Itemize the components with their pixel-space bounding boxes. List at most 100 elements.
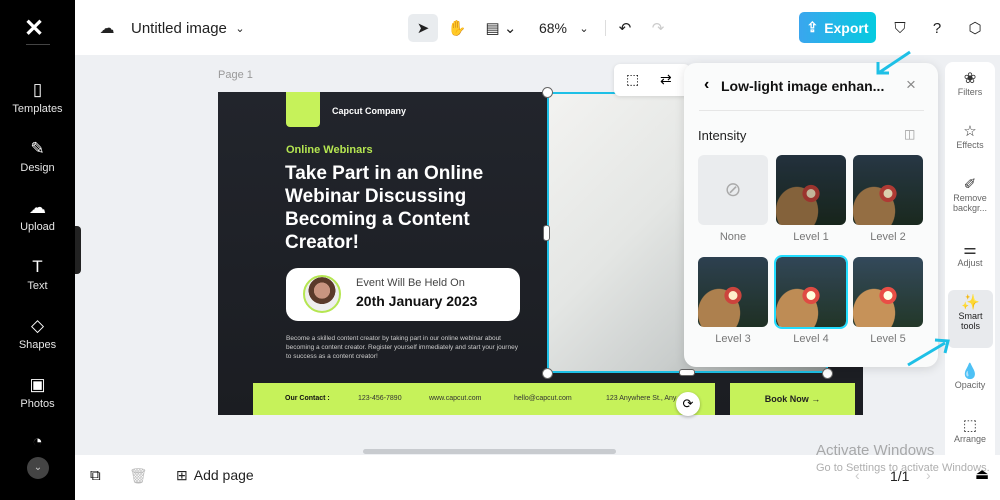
right-panel: ❀ Filters ☆ Effects ✐ Remove backgr... ⚌ Adj…: [945, 62, 995, 462]
add-page-button[interactable]: ⊞ Add page: [176, 467, 254, 484]
sidebar-item-design[interactable]: ✎ Design: [0, 139, 75, 174]
design-icon: ✎: [30, 139, 45, 158]
event-card: Event Will Be Held On 20th January 2023: [286, 268, 520, 321]
duplicate-page-icon[interactable]: ⧉: [90, 467, 101, 484]
contact-label: Our Contact :: [285, 395, 330, 402]
kicker-text: Online Webinars: [286, 144, 373, 156]
sidebar-label: Text: [27, 280, 48, 292]
upload-icon: ☁: [29, 198, 46, 217]
capcut-logo[interactable]: ✕: [24, 14, 44, 43]
panel-label: Effects: [956, 140, 984, 150]
headline: Take Part in an Online Webinar Discussin…: [285, 163, 484, 253]
panel-title: Low-light image enhan...: [721, 78, 885, 94]
export-label: Export: [824, 19, 869, 36]
hand-tool-button[interactable]: ✋: [445, 14, 469, 42]
cloud-upload-icon[interactable]: ☁: [95, 14, 119, 42]
panel-label: Smart tools: [958, 311, 983, 331]
resize-handle[interactable]: [542, 368, 553, 379]
floating-toolbar: ⬚ ⇄: [614, 64, 690, 96]
option-level-2[interactable]: [853, 155, 923, 225]
sidebar-item-more[interactable]: ◔: [0, 432, 75, 455]
crop-icon[interactable]: ⬚: [626, 71, 639, 88]
zoom-level[interactable]: 68%: [535, 14, 571, 42]
panel-label: Adjust: [957, 258, 983, 268]
replace-icon[interactable]: ⇄: [660, 71, 672, 88]
magic-wand-icon: ✨: [961, 294, 980, 311]
page-label: Page 1: [218, 69, 253, 81]
panel-item-filters[interactable]: ❀ Filters: [945, 70, 995, 97]
collapse-button[interactable]: ⌄: [27, 457, 49, 479]
effects-icon: ☆: [963, 123, 977, 140]
side-handle[interactable]: [679, 369, 695, 376]
sidebar-resize-handle[interactable]: [75, 226, 81, 274]
annotation-arrow: [876, 50, 911, 75]
option-label: Level 1: [793, 231, 829, 243]
shapes-icon: ◇: [30, 316, 45, 335]
side-handle[interactable]: [543, 225, 550, 241]
arrange-icon: ⬚: [962, 417, 978, 434]
help-icon[interactable]: ?: [926, 14, 948, 42]
left-sidebar: ✕ ▯ Templates ✎ Design ☁ Upload T Text ◇ Shap…: [0, 0, 75, 500]
company-name: Capcut Company: [332, 106, 407, 116]
horizontal-scrollbar[interactable]: [363, 449, 616, 454]
sidebar-item-photos[interactable]: ▣ Photos: [0, 375, 75, 410]
option-none[interactable]: ⊘: [698, 155, 768, 225]
photos-icon: ▣: [29, 375, 46, 394]
contact-website: www.capcut.com: [429, 395, 482, 402]
panel-item-opacity[interactable]: 💧 Opacity: [945, 364, 995, 390]
sidebar-item-text[interactable]: T Text: [0, 257, 75, 292]
rotate-handle[interactable]: ⟳: [676, 392, 700, 416]
event-label: Event Will Be Held On: [356, 277, 465, 289]
undo-button[interactable]: ↶: [615, 14, 635, 42]
option-level-1[interactable]: [776, 155, 846, 225]
option-level-4[interactable]: [774, 255, 848, 329]
chevron-down-icon[interactable]: ⌄: [233, 14, 247, 42]
divider: [699, 110, 924, 111]
layout-button[interactable]: ▤ ⌄: [483, 14, 519, 42]
close-icon[interactable]: ×: [906, 75, 916, 95]
divider: [26, 44, 50, 45]
resize-handle[interactable]: [542, 87, 553, 98]
contact-email: hello@capcut.com: [514, 395, 572, 402]
trash-icon[interactable]: 🗑: [129, 467, 148, 485]
option-level-5[interactable]: [853, 257, 923, 327]
resize-handle[interactable]: [822, 368, 833, 379]
settings-icon[interactable]: ⬡: [964, 14, 986, 42]
panel-label: Opacity: [954, 380, 986, 390]
sidebar-item-shapes[interactable]: ◇ Shapes: [0, 316, 75, 351]
sidebar-label: Upload: [20, 221, 55, 233]
export-icon: ⇪: [806, 19, 819, 35]
sidebar-label: Templates: [12, 103, 63, 115]
shield-icon[interactable]: ⛉: [889, 14, 911, 42]
panel-item-arrange[interactable]: ⬚ Arrange: [945, 417, 995, 444]
text-icon: T: [32, 257, 43, 276]
panel-item-adjust[interactable]: ⚌ Adjust: [945, 241, 995, 268]
document-title[interactable]: Untitled image: [131, 14, 227, 42]
panel-item-remove-background[interactable]: ✐ Remove backgr...: [945, 176, 995, 213]
sidebar-label: Design: [20, 162, 55, 174]
add-page-label: Add page: [193, 467, 254, 483]
sidebar-item-upload[interactable]: ☁ Upload: [0, 198, 75, 233]
option-label: None: [719, 231, 747, 243]
remove-background-icon: ✐: [963, 176, 977, 193]
filters-icon: ❀: [963, 70, 977, 87]
option-level-3[interactable]: [698, 257, 768, 327]
logo-block: [286, 92, 320, 127]
annotation-arrow: [907, 338, 950, 367]
zoom-dropdown-icon[interactable]: ⌄: [577, 14, 591, 42]
sidebar-label: Photos: [20, 398, 55, 410]
activate-windows-title: Activate Windows: [816, 442, 935, 459]
divider: [605, 20, 606, 36]
contact-phone: 123-456-7890: [358, 395, 402, 402]
sidebar-item-templates[interactable]: ▯ Templates: [0, 80, 75, 115]
compare-icon[interactable]: ◫: [904, 127, 915, 141]
select-tool-button[interactable]: ➤: [408, 14, 438, 42]
back-icon[interactable]: ‹: [704, 76, 709, 94]
top-bar: ☁ Untitled image ⌄ ➤ ✋ ▤ ⌄ 68% ⌄ ↶ ↷ ⇪ Ex…: [75, 0, 1000, 55]
adjust-icon: ⚌: [963, 241, 977, 258]
redo-button[interactable]: ↷: [648, 14, 668, 42]
activate-windows-subtitle: Go to Settings to activate Windows.: [816, 462, 990, 474]
panel-item-effects[interactable]: ☆ Effects: [945, 123, 995, 150]
intensity-label: Intensity: [698, 128, 747, 143]
export-button[interactable]: ⇪ Export: [799, 12, 876, 43]
